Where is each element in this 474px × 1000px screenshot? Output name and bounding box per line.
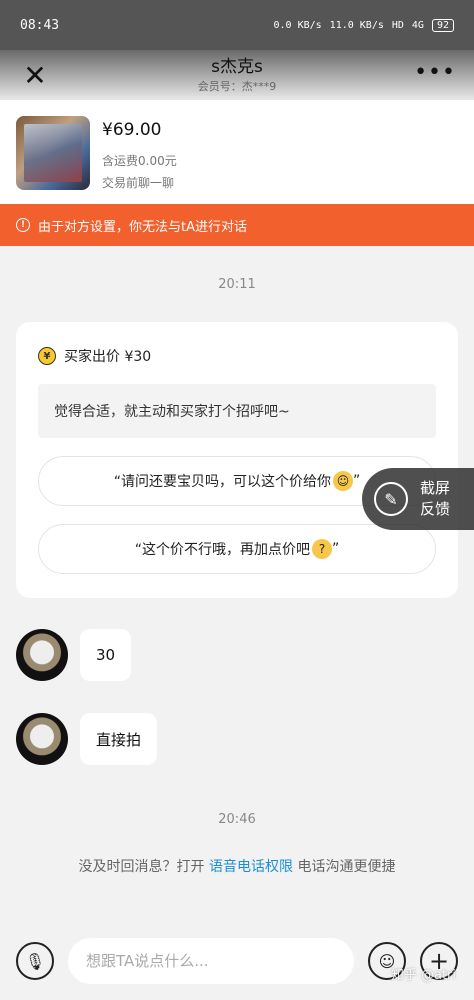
smile-emoji-icon: ☺ [333,471,353,491]
net-speed-1: 0.0 KB/s [273,19,322,31]
quick-reply-decline-text: “这个价不行哦，再加点价吧 [134,542,310,558]
warning-banner: ! 由于对方设置，你无法与tA进行对话 [0,204,474,246]
coin-icon: ¥ [38,347,56,365]
timestamp: 20:11 [218,277,256,292]
voice-call-tip: 没及时回消息？打开 语音电话权限 电话沟通更便捷 [78,859,396,875]
thinking-emoji-icon: ? [312,539,332,559]
avatar[interactable] [16,713,68,765]
quick-reply-decline-end: ” [332,541,340,557]
message-bubble[interactable]: 直接拍 [80,713,158,765]
message-input[interactable] [68,938,354,984]
net-speed-2: 11.0 KB/s [329,19,384,31]
feedback-label: 截屏 反馈 [420,479,451,518]
chat-title: s杰克s [211,57,263,77]
product-card[interactable]: ¥69.00 含运费0.00元 交易前聊一聊 [0,100,474,204]
offer-card: ¥ 买家出价 ¥30 觉得合适，就主动和买家打个招呼吧~ “请问还要宝贝吗，可以… [16,322,458,598]
signal-icon: 4G [411,19,424,31]
microphone-icon: 🎙 [24,951,46,971]
status-indicators: 0.0 KB/s 11.0 KB/s HD 4G 92 [273,18,454,32]
status-time: 08:43 [20,17,60,33]
quick-reply-decline[interactable]: “这个价不行哦，再加点价吧 ? ” [38,524,436,574]
offer-header: ¥ 买家出价 ¥30 [38,346,151,366]
quick-reply-accept-end: ” [353,473,361,489]
screenshot-feedback-button[interactable]: ✎ 截屏 反馈 [362,468,474,530]
chat-header: s杰克s 会员号：杰***9 [0,52,474,94]
top-nav: ✕ s杰克s 会员号：杰***9 ••• [0,50,474,100]
trade-status: 交易前聊一聊 [102,176,175,190]
voice-permission-link[interactable]: 语音电话权限 [209,859,293,875]
avatar[interactable] [16,629,68,681]
edit-icon: ✎ [374,482,408,516]
watermark: 知乎 @atri [390,968,456,983]
hd-badge: HD [391,19,404,31]
offer-hint: 觉得合适，就主动和买家打个招呼吧~ [38,384,436,438]
quick-reply-accept-text: “请问还要宝贝吗，可以这个价给你 [113,474,331,490]
voice-input-button[interactable]: 🎙 [16,942,54,980]
more-dots-icon: ••• [414,60,456,85]
more-options-button[interactable]: ••• [414,60,456,85]
battery-icon: 92 [431,18,454,32]
product-shipping: 含运费0.00元 [102,154,177,168]
product-price: ¥69.00 [102,120,162,140]
status-bar: 08:43 0.0 KB/s 11.0 KB/s HD 4G 92 [0,0,474,50]
chat-subtitle: 会员号：杰***9 [197,80,277,93]
product-image [16,116,90,190]
message-bubble[interactable]: 30 [80,629,132,681]
warning-text: 由于对方设置，你无法与tA进行对话 [38,219,247,235]
timestamp: 20:46 [218,812,256,827]
offer-title: 买家出价 ¥30 [64,349,152,365]
warning-icon: ! [16,218,30,232]
